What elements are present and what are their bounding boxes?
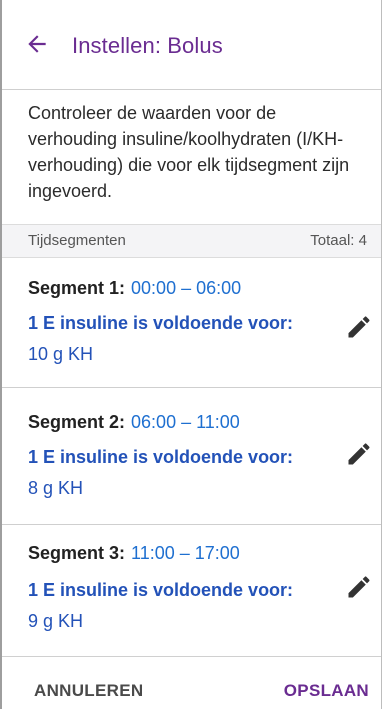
page-title: Instellen: Bolus — [72, 33, 223, 58]
segment-row-1[interactable]: Segment 1: 00:00 – 06:00 1 E insuline is … — [2, 258, 381, 388]
ratio-label: 1 E insuline is voldoende voor: — [28, 580, 294, 600]
pencil-icon[interactable] — [345, 313, 373, 341]
cancel-button[interactable]: ANNULEREN — [34, 681, 143, 701]
segment-heading: Segment 2: 06:00 – 11:00 — [28, 412, 240, 433]
carb-amount: 9 g KH — [28, 611, 84, 631]
segment-heading: Segment 1: 00:00 – 06:00 — [28, 278, 241, 299]
segment-row-3[interactable]: Segment 3: 11:00 – 17:00 1 E insuline is … — [2, 525, 381, 656]
intro-text: Controleer de waarden voor de verhouding… — [28, 103, 350, 201]
arrow-left-icon[interactable] — [24, 31, 50, 57]
pencil-icon[interactable] — [345, 440, 373, 468]
segment-name: Segment 1: — [28, 278, 126, 298]
segments-label: Tijdsegmenten — [28, 232, 126, 249]
segment-heading: Segment 3: 11:00 – 17:00 — [28, 543, 240, 564]
ratio-label: 1 E insuline is voldoende voor: — [28, 447, 294, 467]
carb-amount: 8 g KH — [28, 478, 84, 498]
segment-row-2[interactable]: Segment 2: 06:00 – 11:00 1 E insuline is … — [2, 388, 381, 525]
save-button[interactable]: OPSLAAN — [284, 681, 369, 701]
segment-time: 11:00 – 17:00 — [131, 543, 240, 563]
segment-name: Segment 2: — [28, 412, 126, 432]
segment-time: 00:00 – 06:00 — [131, 278, 242, 298]
carb-amount: 10 g KH — [28, 344, 94, 364]
segments-total: Totaal: 4 — [310, 232, 367, 249]
app-header: Instellen: Bolus — [2, 0, 381, 90]
segment-name: Segment 3: — [28, 543, 126, 563]
segment-time: 06:00 – 11:00 — [131, 412, 240, 432]
segments-header-bar: Tijdsegmenten Totaal: 4 — [2, 224, 381, 258]
ratio-label: 1 E insuline is voldoende voor: — [28, 313, 294, 333]
action-footer: ANNULEREN OPSLAAN — [2, 656, 381, 709]
pencil-icon[interactable] — [345, 573, 373, 601]
